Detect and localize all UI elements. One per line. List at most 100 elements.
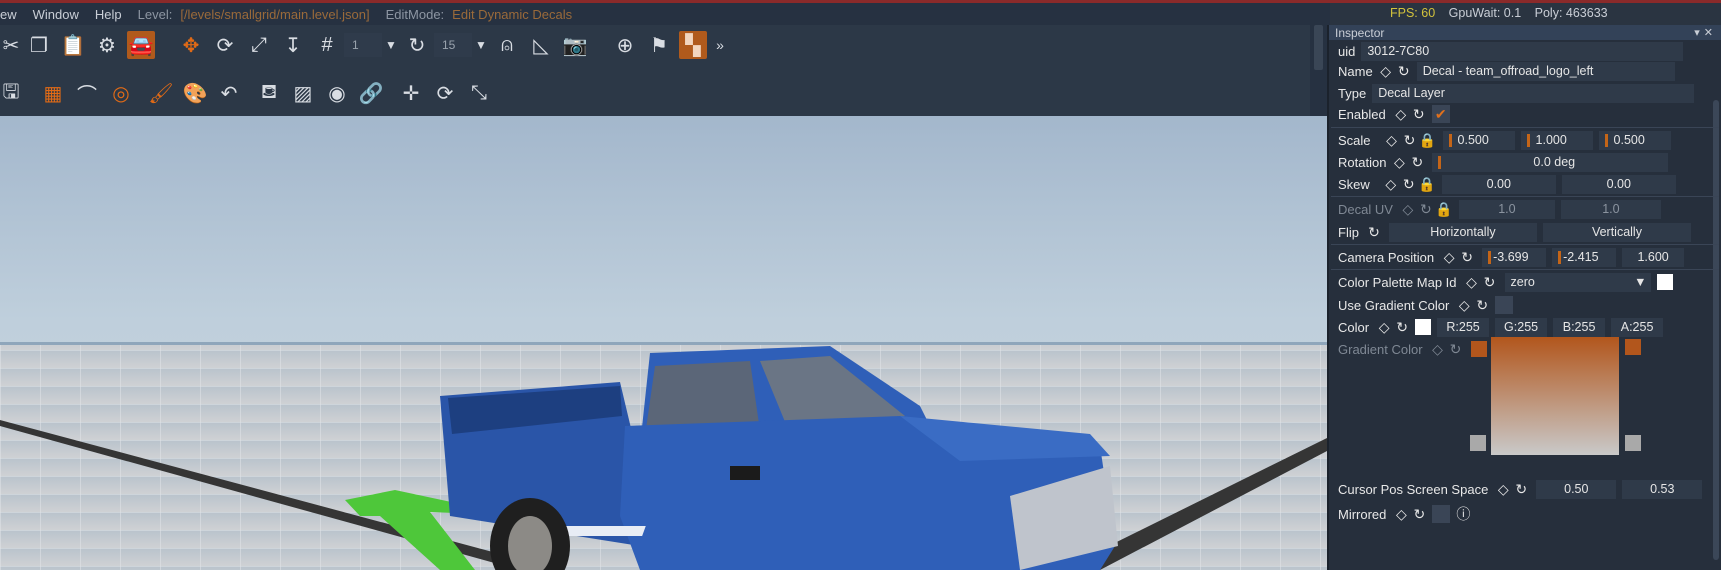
enabled-checkbox[interactable]: ✔ (1431, 105, 1450, 123)
flip-vertical-button[interactable]: Vertically (1542, 222, 1691, 242)
reset-icon[interactable]: ↻ (1458, 249, 1476, 266)
scale-gizmo-icon[interactable]: ⤢ (242, 28, 276, 62)
gradient-preview[interactable] (1491, 337, 1619, 455)
camera-icon[interactable]: 📷 (558, 28, 592, 62)
chevron-down-icon[interactable]: ▼ (382, 38, 400, 52)
scrollbar-thumb[interactable] (1314, 25, 1323, 70)
paste-icon[interactable]: 📋 (56, 28, 90, 62)
keyframe-diamond-icon[interactable]: ◇ (1455, 297, 1473, 314)
window-controls[interactable]: ▾✕ (1694, 26, 1717, 39)
mirrored-checkbox[interactable] (1432, 505, 1451, 523)
keyframe-diamond-icon[interactable]: ◇ (1375, 319, 1393, 336)
name-field[interactable]: Decal - team_offroad_logo_left (1416, 61, 1675, 81)
copy-icon[interactable]: ❐ (22, 28, 56, 62)
keyframe-diamond-icon[interactable]: ◇ (1390, 154, 1408, 171)
menu-help[interactable]: Help (95, 7, 122, 22)
gradient-start-swatch[interactable] (1470, 341, 1487, 357)
world-space-icon[interactable]: ↧ (276, 28, 310, 62)
rotation-snap-input[interactable]: 15 (434, 33, 472, 57)
gradient-bottom-right-swatch[interactable] (1625, 435, 1641, 451)
scale-z-field[interactable]: 0.500 (1598, 130, 1671, 150)
reset-icon[interactable]: ↻ (1395, 63, 1413, 80)
skew-x-field[interactable]: 0.00 (1441, 174, 1556, 194)
grid-snap-input[interactable]: 1 (344, 33, 382, 57)
scale-y-field[interactable]: 1.000 (1520, 130, 1593, 150)
rotate-icon[interactable]: ⟳ (428, 77, 462, 111)
menu-window[interactable]: Window (33, 7, 79, 22)
reset-icon[interactable]: ↻ (1401, 132, 1419, 149)
reset-icon[interactable]: ↻ (1410, 106, 1428, 123)
hatch-icon[interactable]: ▨ (286, 77, 320, 111)
angle-snap-icon[interactable]: ◺ (524, 28, 558, 62)
reset-icon[interactable]: ↻ (1481, 274, 1499, 291)
link-icon[interactable]: 🔗 (354, 77, 388, 111)
scale-x-field[interactable]: 0.500 (1442, 130, 1515, 150)
keyframe-diamond-icon[interactable]: ◇ (1440, 249, 1458, 266)
scale-icon[interactable]: ⤡ (462, 77, 496, 111)
camera-x-field[interactable]: -3.699 (1482, 247, 1547, 267)
keyframe-diamond-icon[interactable]: ◇ (1382, 176, 1400, 193)
undo-icon[interactable]: ↶ (212, 77, 246, 111)
more-icon[interactable]: » (710, 28, 730, 62)
reset-icon[interactable]: ↻ (1410, 506, 1428, 523)
grid-icon[interactable]: ▦ (36, 77, 70, 111)
fill-bucket-icon[interactable]: ⛾ (252, 77, 286, 111)
reset-icon[interactable]: ↻ (1365, 224, 1383, 241)
info-icon[interactable]: ⓘ (1454, 504, 1472, 524)
rotation-field[interactable]: 0.0 deg (1432, 152, 1669, 172)
palette-dropdown[interactable]: zero ▼ (1504, 272, 1651, 292)
3d-viewport[interactable] (0, 116, 1327, 570)
reset-icon[interactable]: ↻ (1473, 297, 1491, 314)
decal-mask-icon[interactable]: ◉ (320, 77, 354, 111)
terrain-snap-icon[interactable]: ⍝ (490, 28, 524, 62)
camera-y-field[interactable]: -2.415 (1552, 247, 1617, 267)
color-g-field[interactable]: G:255 (1495, 317, 1548, 337)
color-a-field[interactable]: A:255 (1611, 317, 1664, 337)
keyframe-diamond-icon[interactable]: ◇ (1392, 506, 1410, 523)
gradient-bottom-left-swatch[interactable] (1470, 435, 1486, 451)
reset-icon[interactable]: ↻ (1400, 176, 1418, 193)
brush-icon[interactable]: 🖌 (144, 77, 178, 111)
add-icon[interactable]: ⊕ (608, 28, 642, 62)
target-icon[interactable]: ◎ (104, 77, 138, 111)
move-gizmo-icon[interactable]: ✥ (174, 28, 208, 62)
lock-icon[interactable]: 🔒 (1419, 132, 1437, 149)
rotation-snap-icon[interactable]: ↻ (400, 28, 434, 62)
lock-icon[interactable]: 🔒 (1418, 176, 1436, 193)
cursor-y-field[interactable]: 0.53 (1622, 479, 1703, 499)
camera-z-field[interactable]: 1.600 (1622, 247, 1685, 267)
inspector-scrollbar[interactable] (1713, 100, 1719, 560)
reset-icon[interactable]: ↻ (1512, 481, 1530, 498)
keyframe-diamond-icon[interactable]: ◇ (1494, 481, 1512, 498)
palette-color-swatch[interactable] (1656, 274, 1673, 290)
grid-snap-icon[interactable]: # (310, 28, 344, 62)
cursor-x-field[interactable]: 0.50 (1536, 479, 1617, 499)
keyframe-diamond-icon[interactable]: ◇ (1463, 274, 1481, 291)
gradient-end-swatch[interactable] (1625, 339, 1641, 355)
cut-icon[interactable]: ✂ (0, 28, 22, 62)
chevron-down-icon[interactable]: ▼ (472, 38, 490, 52)
save-icon[interactable]: 🖫 (0, 77, 22, 111)
uid-field[interactable]: 3012-7C80 (1361, 41, 1684, 61)
rotate-gizmo-icon[interactable]: ⟳ (208, 28, 242, 62)
keyframe-diamond-icon[interactable]: ◇ (1383, 132, 1401, 149)
paint-roller-icon[interactable]: ▚ (679, 31, 707, 59)
keyframe-diamond-icon[interactable]: ◇ (1377, 63, 1395, 80)
line-tool-icon[interactable]: ⌒ (70, 77, 104, 111)
use-gradient-checkbox[interactable] (1495, 296, 1514, 314)
skew-y-field[interactable]: 0.00 (1561, 174, 1676, 194)
color-swatch[interactable] (1415, 319, 1432, 335)
toolbar-scrollbar[interactable] (1310, 25, 1327, 116)
color-r-field[interactable]: R:255 (1437, 317, 1490, 337)
reset-icon[interactable]: ↻ (1393, 319, 1411, 336)
color-b-field[interactable]: B:255 (1553, 317, 1606, 337)
move-icon[interactable]: ✛ (394, 77, 428, 111)
flag-icon[interactable]: ⚑ (642, 28, 676, 62)
vehicle-icon[interactable]: 🚘 (127, 31, 155, 59)
reset-icon[interactable]: ↻ (1408, 154, 1426, 171)
keyframe-diamond-icon[interactable]: ◇ (1392, 106, 1410, 123)
flip-horizontal-button[interactable]: Horizontally (1388, 222, 1537, 242)
gear-icon[interactable]: ⚙ (90, 28, 124, 62)
palette-icon[interactable]: 🎨 (178, 77, 212, 111)
menu-view[interactable]: ew (0, 7, 17, 22)
